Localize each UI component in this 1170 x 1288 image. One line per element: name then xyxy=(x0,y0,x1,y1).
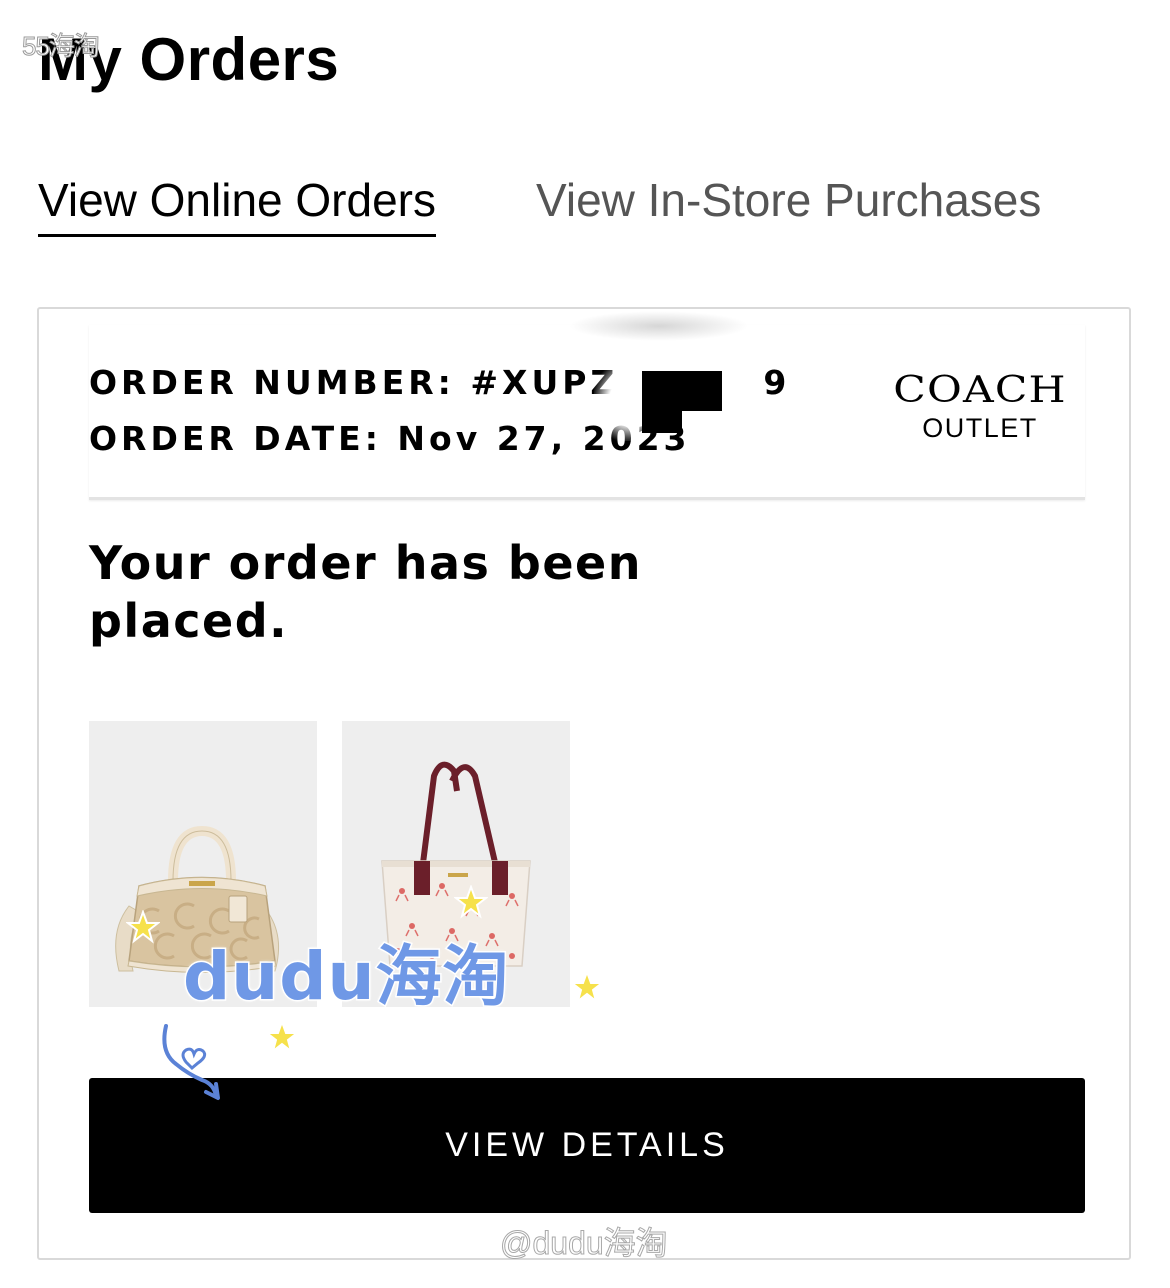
view-details-button[interactable]: VIEW DETAILS xyxy=(89,1078,1085,1213)
brand-name: COACH xyxy=(893,370,1067,411)
brand-logo: COACH OUTLET xyxy=(875,371,1085,445)
watermark-sticker: dudu海淘 xyxy=(181,937,510,1017)
star-sticker-3 xyxy=(570,970,604,1004)
order-number-label: ORDER NUMBER: xyxy=(89,363,455,402)
star-sticker-2 xyxy=(454,885,488,919)
star-sticker-1 xyxy=(126,910,160,944)
brand-sub: OUTLET xyxy=(922,413,1038,443)
order-tabs: View Online Orders View In-Store Purchas… xyxy=(38,170,1138,240)
watermark-bottom: @dudu海淘 xyxy=(500,1225,669,1262)
order-header: ORDER NUMBER: #XUPZ 9 ORDER DATE: Nov 27,… xyxy=(89,311,1085,500)
redaction-block-lower xyxy=(642,411,682,433)
order-number-value-end: 9 xyxy=(763,363,791,402)
order-status: Your order has been placed. xyxy=(89,536,643,648)
watermark-top-left: 55海淘 xyxy=(22,31,101,62)
order-date-label: ORDER DATE: xyxy=(89,419,382,458)
tab-in-store-purchases[interactable]: View In-Store Purchases xyxy=(536,170,1041,234)
redaction-block xyxy=(642,371,722,411)
order-card: ORDER NUMBER: #XUPZ 9 ORDER DATE: Nov 27,… xyxy=(37,307,1131,1260)
tab-online-orders[interactable]: View Online Orders xyxy=(38,170,436,237)
redaction-smudge xyxy=(569,311,749,341)
star-sticker-4 xyxy=(265,1020,299,1054)
heart-arrow-doodle-icon xyxy=(162,1024,220,1100)
